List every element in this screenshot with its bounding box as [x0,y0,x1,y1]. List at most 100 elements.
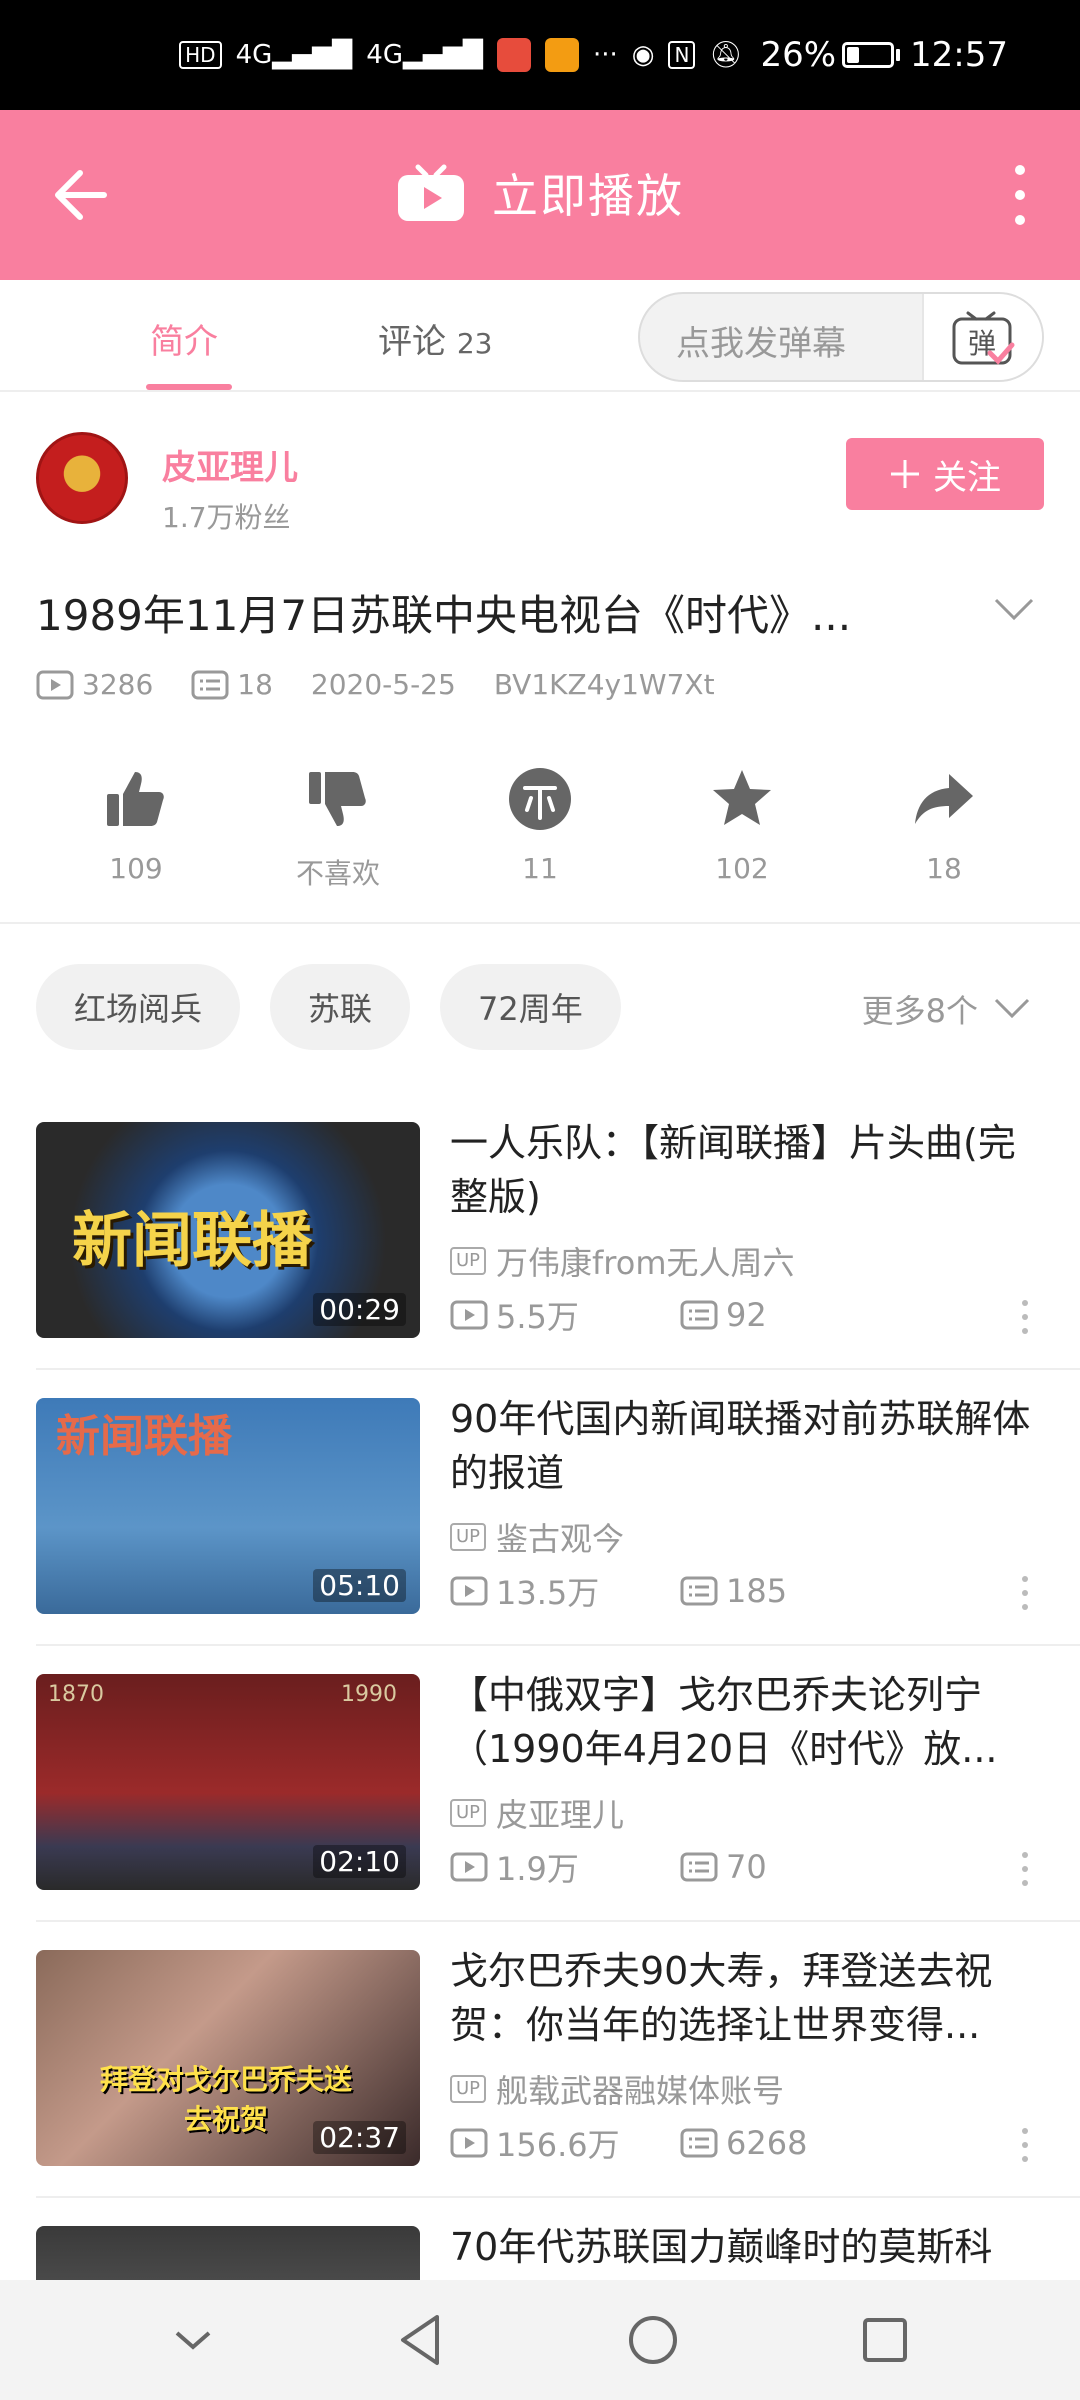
hd-indicator: HD [179,41,222,69]
uploader-name[interactable]: 皮亚理儿 [162,440,298,489]
uploader-info: 皮亚理儿 1.7万粉丝 关注 [36,432,1044,542]
system-nav-bar [0,2280,1080,2400]
bv-id: BV1KZ4y1W7Xt [493,668,715,701]
danmu-toggle-button[interactable]: 弹 [922,294,1042,380]
play-count-icon [450,2128,488,2158]
star-icon [713,770,771,825]
video-thumbnail[interactable]: 新闻联播 05:10 [36,1398,420,1614]
related-video-title[interactable]: 【中俄双字】戈尔巴乔夫论列宁（1990年4月20日《时代》放... [450,1668,1050,1776]
nav-back-icon[interactable] [397,2313,445,2367]
up-badge: UP [450,2075,487,2103]
notification-app-icon [496,38,531,72]
related-video-uploader: UP 皮亚理儿 [450,1790,624,1836]
video-title: 1989年11月7日苏联中央电视台《时代》... [36,591,852,640]
nfc-icon: N [668,41,696,69]
coin-icon [509,768,571,830]
header-title: 立即播放 [492,169,684,223]
video-thumbnail[interactable]: 1870 1990 02:10 [36,1674,420,1890]
weibo-icon [544,38,579,72]
danmu-input[interactable]: 点我发弹幕 弹 [638,292,1044,382]
signal-icon-1: 4G▂▄▆█ [235,40,353,70]
tab-bar: 简介 评论 23 点我发弹幕 弹 [0,280,1080,392]
danmaku-icon [680,1852,718,1882]
danmu-tv-icon: 弹 [952,311,1015,365]
video-thumbnail[interactable]: 新闻联播 00:29 [36,1122,420,1338]
section-divider [0,922,1080,924]
related-video-uploader: UP 舰载武器融媒体账号 [450,2066,784,2112]
related-video-stats: 156.6万 6268 [450,2120,910,2166]
item-divider [36,1920,1080,1922]
related-video-title[interactable]: 一人乐队：【新闻联播】片头曲(完整版) [450,1116,1050,1224]
coin-button[interactable]: 11 [470,766,610,885]
more-tags-button[interactable]: 更多8个 [862,986,1032,1032]
eye-icon: ◉ [631,40,655,70]
dislike-button[interactable]: 不喜欢 [268,766,408,892]
danmaku-icon [680,2128,718,2158]
tv-icon [398,164,464,221]
thumbs-down-icon [309,772,366,826]
item-more-icon[interactable] [1022,2128,1030,2162]
play-count-icon [450,1852,488,1882]
app-header: 立即播放 [0,110,1080,280]
related-video-item[interactable]: 1870 1990 02:10 【中俄双字】戈尔巴乔夫论列宁（1990年4月20… [36,1673,1080,1950]
up-badge: UP [450,1799,487,1827]
related-video-item[interactable]: 新闻联播 05:10 90年代国内新闻联播对前苏联解体的报道 UP 鉴古观今 13… [36,1397,1080,1674]
item-more-icon[interactable] [1022,1576,1030,1610]
danmaku-icon [680,1576,718,1606]
tag-chip[interactable]: 苏联 [270,964,411,1050]
battery-icon [842,42,901,68]
tag-chip[interactable]: 72周年 [440,964,621,1050]
favorite-button[interactable]: 102 [672,766,812,885]
play-count-icon [450,1300,488,1330]
chevron-down-icon[interactable] [992,594,1036,624]
status-icons: HD 4G▂▄▆█ 4G▂▄▆█ ··· ◉ N 🔕︎ [179,38,742,72]
thumbs-up-icon [107,772,164,826]
related-video-title[interactable]: 90年代国内新闻联播对前苏联解体的报道 [450,1392,1050,1500]
danmaku-count: 18 [191,668,273,701]
nav-recents-icon[interactable] [861,2316,909,2364]
video-duration: 02:37 [313,2121,406,2154]
more-options-icon[interactable] [1010,165,1030,225]
related-video-stats: 5.5万 92 [450,1292,910,1338]
mute-icon: 🔕︎ [709,40,743,70]
up-badge: UP [450,1247,487,1275]
uploader-avatar[interactable] [36,432,128,524]
like-button[interactable]: 109 [66,766,206,885]
related-video-item[interactable]: 新闻联播 00:29 一人乐队：【新闻联播】片头曲(完整版) UP 万伟康from… [36,1121,1080,1398]
video-duration: 00:29 [313,1293,406,1326]
related-video-item[interactable]: 拜登对戈尔巴乔夫送去祝贺 02:37 戈尔巴乔夫90大寿，拜登送去祝贺：你当年的… [36,1949,1080,2226]
hide-keyboard-icon[interactable] [171,2325,215,2355]
clock: 12:57 [910,35,1008,75]
status-bar: HD 4G▂▄▆█ 4G▂▄▆█ ··· ◉ N 🔕︎ 26% 12:57 [0,0,1080,110]
video-meta: 3286 18 2020-5-25 BV1KZ4y1W7Xt [36,668,753,701]
video-thumbnail[interactable]: 拜登对戈尔巴乔夫送去祝贺 02:37 [36,1950,420,2166]
nav-home-icon[interactable] [627,2314,679,2366]
follow-button[interactable]: 关注 [846,438,1044,510]
share-icon [915,774,973,824]
danmaku-icon [191,670,229,699]
tab-intro[interactable]: 简介 [150,314,218,363]
item-more-icon[interactable] [1022,1852,1030,1886]
fan-count: 1.7万粉丝 [162,501,291,534]
danmaku-icon [680,1300,718,1330]
signal-icon-2: 4G▂▄▆█ [366,40,483,70]
active-tab-indicator [146,384,232,390]
publish-date: 2020-5-25 [310,668,456,701]
related-video-title[interactable]: 戈尔巴乔夫90大寿，拜登送去祝贺：你当年的选择让世界变得... [450,1944,1050,2052]
tag-list: 红场阅兵 苏联 72周年 [36,964,621,1050]
battery-percent: 26% [760,35,837,75]
play-count: 3286 [36,668,153,701]
play-now-button[interactable]: 立即播放 [0,160,1080,226]
tag-chip[interactable]: 红场阅兵 [36,964,241,1050]
related-video-title[interactable]: 70年代苏联国力巅峰时的莫斯科 [450,2220,1050,2274]
item-more-icon[interactable] [1022,1300,1030,1334]
up-badge: UP [450,1523,487,1551]
plus-icon [891,460,919,488]
chevron-down-icon [994,998,1030,1019]
share-button[interactable]: 18 [874,766,1014,885]
related-video-stats: 13.5万 185 [450,1568,910,1614]
related-video-uploader: UP 鉴古观今 [450,1514,624,1560]
follow-label: 关注 [933,457,1001,498]
play-count-icon [450,1576,488,1606]
tab-comments[interactable]: 评论 23 [378,314,492,363]
